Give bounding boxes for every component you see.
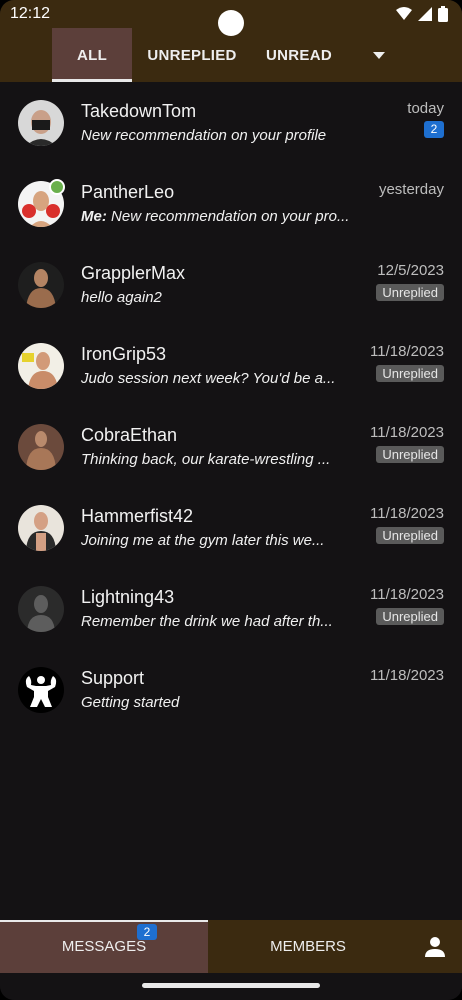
conversation-row[interactable]: GrapplerMax hello again2 12/5/2023 Unrep… <box>0 244 462 325</box>
contact-name: GrapplerMax <box>81 263 186 283</box>
nav-members-label: MEMBERS <box>270 938 346 955</box>
caret-down-icon <box>373 51 385 59</box>
unread-count-badge: 2 <box>424 121 444 138</box>
message-preview: Getting started <box>81 694 180 711</box>
sender-prefix: Me: <box>81 208 107 225</box>
conversation-row[interactable]: Support Getting started 11/18/2023 <box>0 649 462 730</box>
camera-cutout <box>218 10 244 36</box>
nav-messages[interactable]: MESSAGES 2 <box>0 920 208 973</box>
contact-name: PantherLeo <box>81 182 175 202</box>
message-text: New recommendation on your pro... <box>111 208 350 225</box>
message-preview: Me: New recommendation on your pro... <box>81 208 361 225</box>
wifi-icon <box>396 7 412 20</box>
conversation-list: TakedownTom New recommendation on your p… <box>0 82 462 730</box>
message-date: 11/18/2023 <box>370 667 444 684</box>
signal-icon <box>418 7 432 21</box>
message-date: 11/18/2023 <box>370 505 444 522</box>
online-status-dot <box>49 179 65 195</box>
status-badge: Unreplied <box>376 284 444 301</box>
contact-name: TakedownTom <box>81 101 197 121</box>
message-date: 12/5/2023 <box>377 262 444 279</box>
message-date: 11/18/2023 <box>370 343 444 360</box>
nav-profile[interactable] <box>412 920 458 973</box>
flexing-bodybuilder-icon <box>18 667 64 713</box>
message-date: today <box>407 100 444 117</box>
nav-active-indicator <box>0 920 208 922</box>
avatar <box>18 424 64 470</box>
person-icon <box>425 936 445 957</box>
status-icons <box>396 6 448 22</box>
nav-members[interactable]: MEMBERS <box>208 920 408 973</box>
avatar <box>18 667 64 713</box>
message-preview: hello again2 <box>81 289 162 306</box>
status-badge: Unreplied <box>376 608 444 625</box>
conversation-row[interactable]: Hammerfist42 Joining me at the gym later… <box>0 487 462 568</box>
tab-all[interactable]: ALL <box>52 28 132 82</box>
status-time: 12:12 <box>10 5 51 22</box>
conversation-row[interactable]: Lightning43 Remember the drink we had af… <box>0 568 462 649</box>
contact-name: Lightning43 <box>81 587 175 607</box>
status-badge: Unreplied <box>376 527 444 544</box>
filter-tabs: ALL UNREPLIED UNREAD <box>0 28 462 82</box>
avatar <box>18 505 64 551</box>
app-frame: 12:12 ALL UNREPLIED UNREAD TakedownTom N… <box>0 0 462 1000</box>
battery-icon <box>438 6 448 22</box>
default-user-icon <box>18 586 64 632</box>
message-date: yesterday <box>378 181 444 198</box>
home-indicator[interactable] <box>142 983 320 988</box>
tab-unread[interactable]: UNREAD <box>258 28 340 82</box>
status-badge: Unreplied <box>376 365 444 382</box>
conversation-row[interactable]: CobraEthan Thinking back, our karate-wre… <box>0 406 462 487</box>
bottom-navigation: MESSAGES 2 MEMBERS <box>0 920 462 973</box>
status-badge: Unreplied <box>376 446 444 463</box>
contact-name: CobraEthan <box>81 425 178 445</box>
avatar <box>18 100 64 146</box>
gesture-area <box>0 973 462 1000</box>
message-preview: Judo session next week? You'd be a... <box>81 370 336 387</box>
avatar <box>18 586 64 632</box>
message-preview: Remember the drink we had after th... <box>81 613 333 630</box>
conversation-row[interactable]: PantherLeo Me: New recommendation on you… <box>0 163 462 244</box>
message-preview: New recommendation on your profile <box>81 127 327 144</box>
avatar <box>18 262 64 308</box>
conversation-row[interactable]: IronGrip53 Judo session next week? You'd… <box>0 325 462 406</box>
conversation-row[interactable]: TakedownTom New recommendation on your p… <box>0 82 462 163</box>
messages-count-badge: 2 <box>137 924 157 940</box>
nav-messages-label: MESSAGES <box>61 938 147 955</box>
contact-name: Support <box>81 668 145 688</box>
message-preview: Thinking back, our karate-wrestling ... <box>81 451 331 468</box>
tab-dropdown[interactable] <box>364 28 394 82</box>
message-preview: Joining me at the gym later this we... <box>81 532 325 549</box>
message-date: 11/18/2023 <box>370 424 444 441</box>
tab-unreplied[interactable]: UNREPLIED <box>142 28 242 82</box>
message-date: 11/18/2023 <box>370 586 444 603</box>
contact-name: IronGrip53 <box>81 344 167 364</box>
contact-name: Hammerfist42 <box>81 506 194 526</box>
avatar <box>18 343 64 389</box>
